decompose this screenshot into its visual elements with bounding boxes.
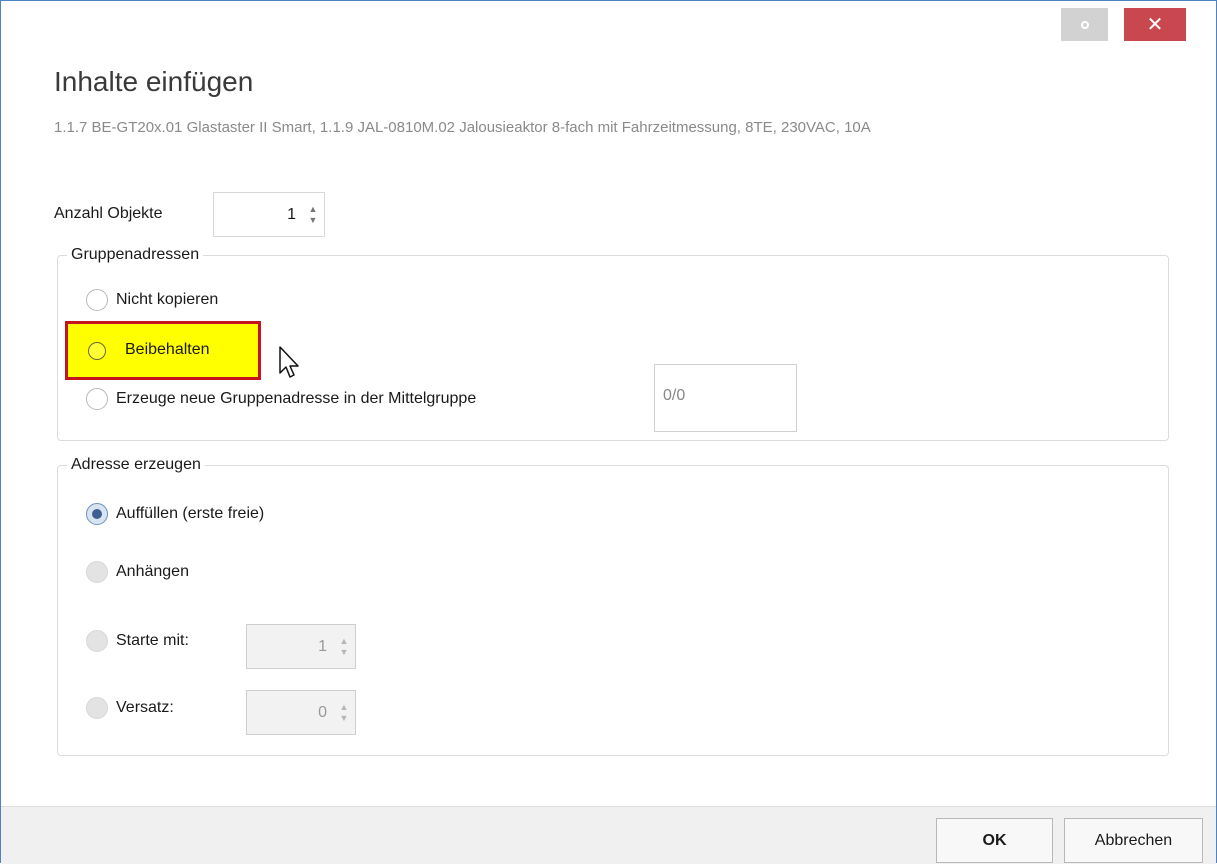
arrow-down-icon[interactable]: ▼ (340, 713, 349, 724)
radio-button[interactable] (86, 503, 108, 525)
object-count-spinner[interactable]: 1 ▲ ▼ (213, 192, 325, 237)
radio-versatz[interactable]: Versatz: (86, 697, 174, 719)
close-button[interactable]: ✕ (1124, 8, 1186, 41)
radio-label: Nicht kopieren (116, 291, 219, 308)
object-count-value: 1 (287, 205, 296, 223)
ok-button[interactable]: OK (936, 818, 1053, 863)
radio-anhaengen[interactable]: Anhängen (86, 561, 189, 583)
offset-value-spinner[interactable]: 0 ▲ ▼ (246, 690, 356, 735)
radio-label: Auffüllen (erste freie) (116, 505, 265, 522)
radio-button[interactable] (86, 561, 108, 583)
settings-button[interactable] (1061, 8, 1108, 41)
radio-beibehalten[interactable] (88, 342, 106, 360)
arrow-down-icon[interactable]: ▼ (340, 647, 349, 658)
dialog-title: Inhalte einfügen (54, 66, 254, 97)
dialog-subtitle: 1.1.7 BE-GT20x.01 Glastaster II Smart, 1… (54, 119, 871, 136)
settings-icon (1080, 20, 1089, 29)
radio-button[interactable] (86, 697, 108, 719)
radio-starte-mit[interactable]: Starte mit: (86, 630, 189, 652)
arrow-up-icon[interactable]: ▲ (309, 204, 318, 215)
radio-auffuellen[interactable]: Auffüllen (erste freie) (86, 503, 264, 525)
start-value: 1 (318, 637, 327, 655)
arrow-up-icon[interactable]: ▲ (340, 636, 349, 647)
offset-value: 0 (318, 703, 327, 721)
radio-button[interactable] (86, 289, 108, 311)
radio-erzeuge-neue[interactable]: Erzeuge neue Gruppenadresse in der Mitte… (86, 388, 476, 410)
group-addresses-legend: Gruppenadressen (67, 246, 204, 264)
radio-label: Versatz: (116, 699, 174, 716)
radio-button[interactable] (86, 388, 108, 410)
radio-label: Starte mit: (116, 632, 189, 649)
spinner-arrows[interactable]: ▲ ▼ (302, 204, 324, 226)
address-generation-legend: Adresse erzeugen (67, 456, 205, 474)
close-icon: ✕ (1146, 14, 1164, 36)
object-count-label: Anzahl Objekte (54, 205, 163, 222)
spinner-arrows[interactable]: ▲ ▼ (333, 636, 355, 658)
radio-nicht-kopieren[interactable]: Nicht kopieren (86, 289, 218, 311)
radio-label-beibehalten[interactable]: Beibehalten (125, 341, 210, 359)
radio-label: Anhängen (116, 563, 189, 580)
start-value-spinner[interactable]: 1 ▲ ▼ (246, 624, 356, 669)
radio-label: Erzeuge neue Gruppenadresse in der Mitte… (116, 390, 477, 407)
radio-button[interactable] (86, 630, 108, 652)
arrow-up-icon[interactable]: ▲ (340, 702, 349, 713)
cancel-button[interactable]: Abbrechen (1064, 818, 1203, 863)
mouse-cursor-icon (279, 346, 299, 378)
spinner-arrows[interactable]: ▲ ▼ (333, 702, 355, 724)
arrow-down-icon[interactable]: ▼ (309, 215, 318, 226)
middle-group-input[interactable]: 0/0 (654, 364, 797, 432)
